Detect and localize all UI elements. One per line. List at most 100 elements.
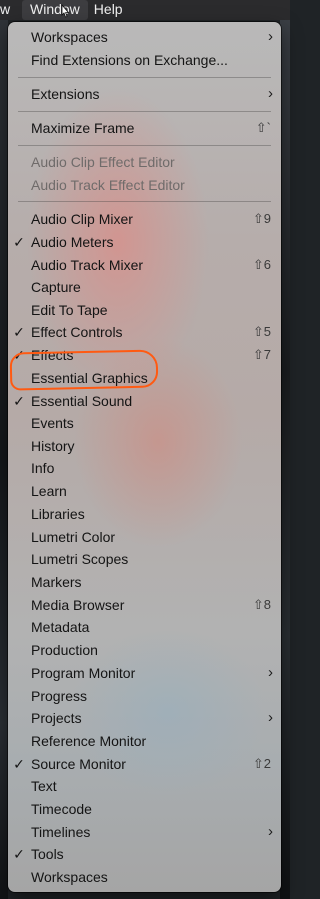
menubar-view[interactable]: w (0, 0, 10, 20)
menu-item-effects[interactable]: ✓ Effects ⇧7 (8, 344, 281, 366)
submenu-chevron-icon: › (268, 709, 273, 726)
menu-item-audio-track-effect-editor: Audio Track Effect Editor (8, 174, 281, 196)
menu-item-extensions[interactable]: Extensions › (8, 83, 281, 105)
menu-item-history[interactable]: History (8, 435, 281, 457)
menu-item-essential-sound[interactable]: ✓ Essential Sound (8, 390, 281, 412)
menu-item-label: Source Monitor (31, 756, 126, 772)
menu-item-label: Audio Track Effect Editor (31, 177, 185, 193)
menu-item-label: Tools (31, 846, 64, 862)
menu-item-label: Media Browser (31, 597, 125, 613)
keyboard-shortcut: ⇧8 (252, 597, 271, 612)
menu-item-label: Effects (31, 347, 74, 363)
menu-item-label: Audio Clip Mixer (31, 211, 133, 227)
menu-item-label: Capture (31, 279, 81, 295)
menu-item-info[interactable]: Info (8, 457, 281, 479)
menu-item-timecode[interactable]: Timecode (8, 798, 281, 820)
menu-item-label: Extensions (31, 86, 100, 102)
menu-item-label: Libraries (31, 506, 85, 522)
menu-item-label: Maximize Frame (31, 120, 135, 136)
menu-item-label: Audio Track Mixer (31, 257, 144, 273)
menu-item-label: Essential Sound (31, 393, 133, 409)
menu-item-lumetri-scopes[interactable]: Lumetri Scopes (8, 548, 281, 570)
checkmark-icon: ✓ (13, 846, 25, 862)
menu-item-label: Reference Monitor (31, 733, 147, 749)
menu-item-label: Workspaces (31, 29, 108, 45)
menu-item-audio-clip-effect-editor: Audio Clip Effect Editor (8, 151, 281, 173)
menu-item-label: Metadata (31, 619, 90, 635)
menubar-window[interactable]: Window (22, 0, 88, 20)
checkmark-icon: ✓ (13, 347, 25, 363)
menu-item-libraries[interactable]: Libraries (8, 503, 281, 525)
submenu-chevron-icon: › (268, 664, 273, 681)
menu-item-maximize-frame[interactable]: Maximize Frame ⇧` (8, 117, 281, 139)
menu-item-workspaces-bottom[interactable]: Workspaces (8, 866, 281, 888)
submenu-chevron-icon: › (268, 28, 273, 45)
menu-item-label: Markers (31, 574, 82, 590)
menu-item-edit-to-tape[interactable]: Edit To Tape (8, 299, 281, 321)
menu-item-label: History (31, 438, 75, 454)
menu-item-projects[interactable]: Projects › (8, 707, 281, 729)
keyboard-shortcut: ⇧9 (252, 211, 271, 226)
window-dropdown-menu: Workspaces › Find Extensions on Exchange… (8, 22, 281, 892)
menu-item-production[interactable]: Production (8, 639, 281, 661)
menu-separator (18, 77, 271, 78)
menu-item-progress[interactable]: Progress (8, 685, 281, 707)
menu-item-lumetri-color[interactable]: Lumetri Color (8, 526, 281, 548)
menu-item-text[interactable]: Text (8, 775, 281, 797)
menu-item-events[interactable]: Events (8, 412, 281, 434)
menu-item-label: Effect Controls (31, 324, 123, 340)
keyboard-shortcut: ⇧` (255, 120, 271, 135)
menu-item-label: Program Monitor (31, 665, 136, 681)
menu-item-label: Text (31, 778, 57, 794)
menu-item-label: Timecode (31, 801, 92, 817)
checkmark-icon: ✓ (13, 393, 25, 409)
menu-item-label: Progress (31, 688, 88, 704)
menu-separator (18, 145, 271, 146)
menu-item-label: Lumetri Scopes (31, 551, 129, 567)
menu-item-label: Audio Meters (31, 234, 114, 250)
menu-item-audio-meters[interactable]: ✓ Audio Meters (8, 231, 281, 253)
menu-item-find-extensions[interactable]: Find Extensions on Exchange... (8, 49, 281, 71)
menu-item-label: Info (31, 460, 55, 476)
menu-item-label: Edit To Tape (31, 302, 108, 318)
menu-item-label: Production (31, 642, 98, 658)
keyboard-shortcut: ⇧5 (252, 324, 271, 339)
keyboard-shortcut: ⇧2 (252, 756, 271, 771)
menu-item-learn[interactable]: Learn (8, 480, 281, 502)
menu-item-audio-clip-mixer[interactable]: Audio Clip Mixer ⇧9 (8, 208, 281, 230)
menu-item-label: Learn (31, 483, 67, 499)
menu-item-effect-controls[interactable]: ✓ Effect Controls ⇧5 (8, 321, 281, 343)
menu-item-label: Projects (31, 710, 82, 726)
menu-item-media-browser[interactable]: Media Browser ⇧8 (8, 594, 281, 616)
submenu-chevron-icon: › (268, 823, 273, 840)
menu-item-program-monitor[interactable]: Program Monitor › (8, 662, 281, 684)
menu-item-label: Essential Graphics (31, 370, 148, 386)
menu-item-workspaces[interactable]: Workspaces › (8, 26, 281, 48)
menu-separator (18, 201, 271, 202)
app-panel-right-edge (280, 20, 290, 899)
menu-item-tools[interactable]: ✓ Tools (8, 843, 281, 865)
menu-bar: w Window Help (0, 0, 290, 20)
menu-separator (18, 111, 271, 112)
menu-item-metadata[interactable]: Metadata (8, 616, 281, 638)
menubar-help[interactable]: Help (88, 0, 129, 20)
checkmark-icon: ✓ (13, 234, 25, 250)
menu-item-timelines[interactable]: Timelines › (8, 821, 281, 843)
menu-item-label: Timelines (31, 824, 91, 840)
menu-item-reference-monitor[interactable]: Reference Monitor (8, 730, 281, 752)
menu-item-markers[interactable]: Markers (8, 571, 281, 593)
menu-item-audio-track-mixer[interactable]: Audio Track Mixer ⇧6 (8, 254, 281, 276)
menu-item-label: Lumetri Color (31, 529, 116, 545)
app-panel-left-edge (0, 20, 8, 899)
keyboard-shortcut: ⇧6 (252, 257, 271, 272)
checkmark-icon: ✓ (13, 324, 25, 340)
menu-item-label: Find Extensions on Exchange... (31, 52, 228, 68)
menu-item-label: Audio Clip Effect Editor (31, 154, 175, 170)
menu-item-source-monitor[interactable]: ✓ Source Monitor ⇧2 (8, 753, 281, 775)
checkmark-icon: ✓ (13, 756, 25, 772)
menu-item-label: Events (31, 415, 74, 431)
submenu-chevron-icon: › (268, 85, 273, 102)
menu-item-capture[interactable]: Capture (8, 276, 281, 298)
keyboard-shortcut: ⇧7 (252, 347, 271, 362)
menu-item-essential-graphics[interactable]: Essential Graphics (8, 367, 281, 389)
